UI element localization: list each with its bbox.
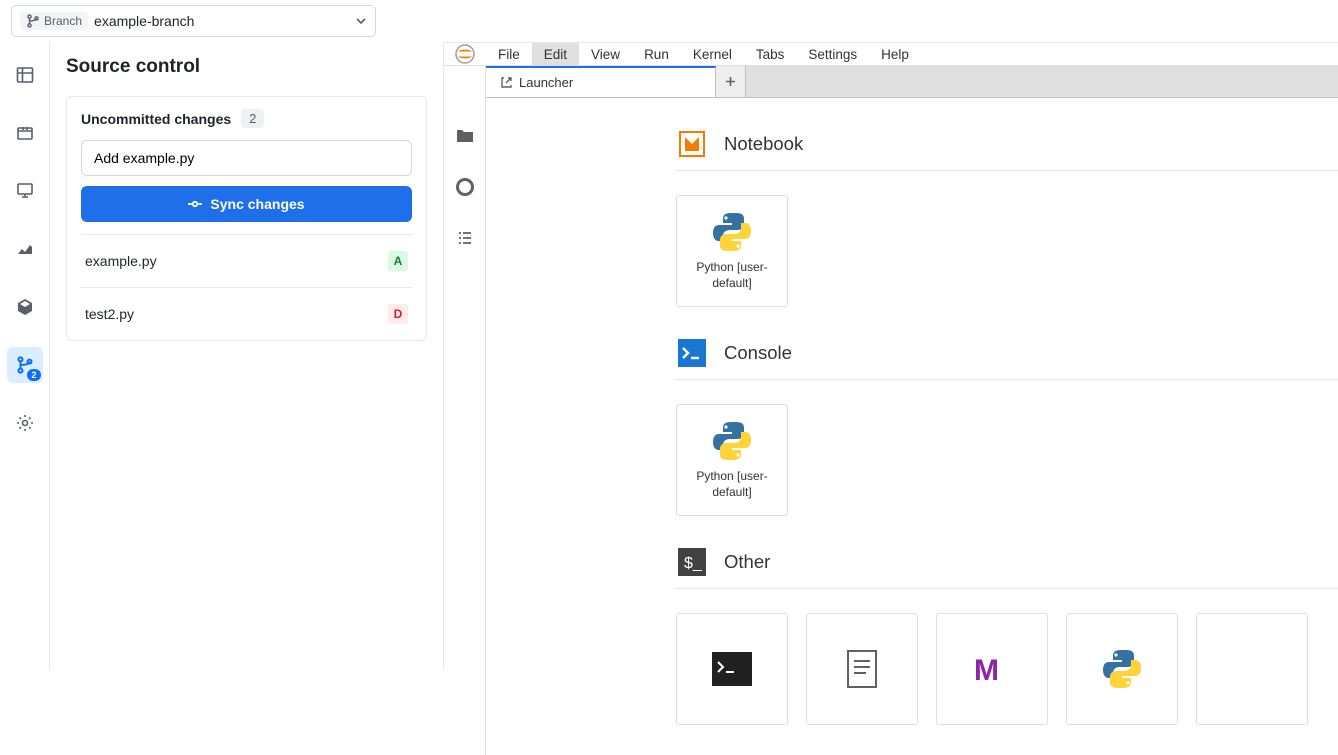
branch-selector[interactable]: Branch example-branch <box>11 5 376 37</box>
rail-item-data[interactable] <box>7 57 43 93</box>
other-card-terminal[interactable] <box>676 613 788 725</box>
notebook-section-icon <box>676 128 708 160</box>
chevron-down-icon <box>355 15 367 27</box>
left-rail: 2 <box>0 42 50 669</box>
jupyter-sidebar <box>444 66 486 755</box>
new-tab-button[interactable] <box>716 66 746 97</box>
launch-icon <box>500 76 513 89</box>
notebook-section-title: Notebook <box>724 133 803 155</box>
source-control-panel: Source control Uncommitted changes 2 Syn… <box>50 42 444 669</box>
uncommitted-changes-count: 2 <box>241 109 264 128</box>
menu-item-file[interactable]: File <box>486 43 532 65</box>
launcher-tab[interactable]: Launcher <box>486 66 716 97</box>
markdown-icon: M <box>970 647 1014 691</box>
python-icon <box>709 419 755 463</box>
other-card-markdown[interactable]: M <box>936 613 1048 725</box>
running-icon[interactable] <box>455 177 475 202</box>
other-section-icon: $_ <box>676 546 708 578</box>
branch-name: example-branch <box>94 13 349 29</box>
menu-item-help[interactable]: Help <box>869 43 921 65</box>
other-card-help[interactable] <box>1196 613 1308 725</box>
rail-item-preview[interactable] <box>7 173 43 209</box>
file-name: test2.py <box>85 306 134 322</box>
branch-badge: Branch <box>20 12 88 30</box>
file-status-deleted: D <box>388 304 408 324</box>
rail-item-package[interactable] <box>7 115 43 151</box>
uncommitted-changes-label: Uncommitted changes <box>81 111 231 127</box>
menu-item-edit[interactable]: Edit <box>532 43 579 65</box>
jupyter-menubar: FileEditViewRunKernelTabsSettingsHelp <box>486 43 921 65</box>
rail-badge: 2 <box>27 369 40 381</box>
rail-item-chart[interactable] <box>7 231 43 267</box>
changed-file-row[interactable]: example.py A <box>81 234 412 287</box>
console-section-icon <box>676 337 708 369</box>
terminal-icon <box>712 647 752 691</box>
jupyter-area: FileEditViewRunKernelTabsSettingsHelp <box>444 42 1338 669</box>
python-icon <box>709 210 755 254</box>
other-card-python-file[interactable] <box>1066 613 1178 725</box>
jupyter-logo-icon[interactable] <box>444 43 486 65</box>
menu-item-tabs[interactable]: Tabs <box>744 43 797 65</box>
menu-item-view[interactable]: View <box>579 43 632 65</box>
svg-text:$_: $_ <box>684 555 703 572</box>
source-control-title: Source control <box>66 56 427 78</box>
rail-item-cube[interactable] <box>7 289 43 325</box>
changed-file-row[interactable]: test2.py D <box>81 287 412 340</box>
file-status-added: A <box>388 251 408 271</box>
menu-item-settings[interactable]: Settings <box>796 43 869 65</box>
other-section-title: Other <box>724 551 770 573</box>
menu-item-kernel[interactable]: Kernel <box>681 43 744 65</box>
folder-icon[interactable] <box>455 126 475 151</box>
commit-message-input[interactable] <box>81 140 412 176</box>
file-name: example.py <box>85 253 157 269</box>
sync-changes-button[interactable]: Sync changes <box>81 186 412 222</box>
plus-icon <box>724 75 737 88</box>
console-section-title: Console <box>724 342 792 364</box>
rail-item-settings[interactable] <box>7 405 43 441</box>
menu-item-run[interactable]: Run <box>632 43 681 65</box>
python-icon <box>1099 647 1145 691</box>
notebook-card-python[interactable]: Python [user-default] <box>676 195 788 307</box>
console-card-python[interactable]: Python [user-default] <box>676 404 788 516</box>
svg-text:M: M <box>974 654 999 684</box>
toc-icon[interactable] <box>455 228 475 253</box>
other-card-text[interactable] <box>806 613 918 725</box>
commit-icon <box>188 197 202 211</box>
rail-item-source-control[interactable]: 2 <box>7 347 43 383</box>
text-file-icon <box>846 647 878 691</box>
